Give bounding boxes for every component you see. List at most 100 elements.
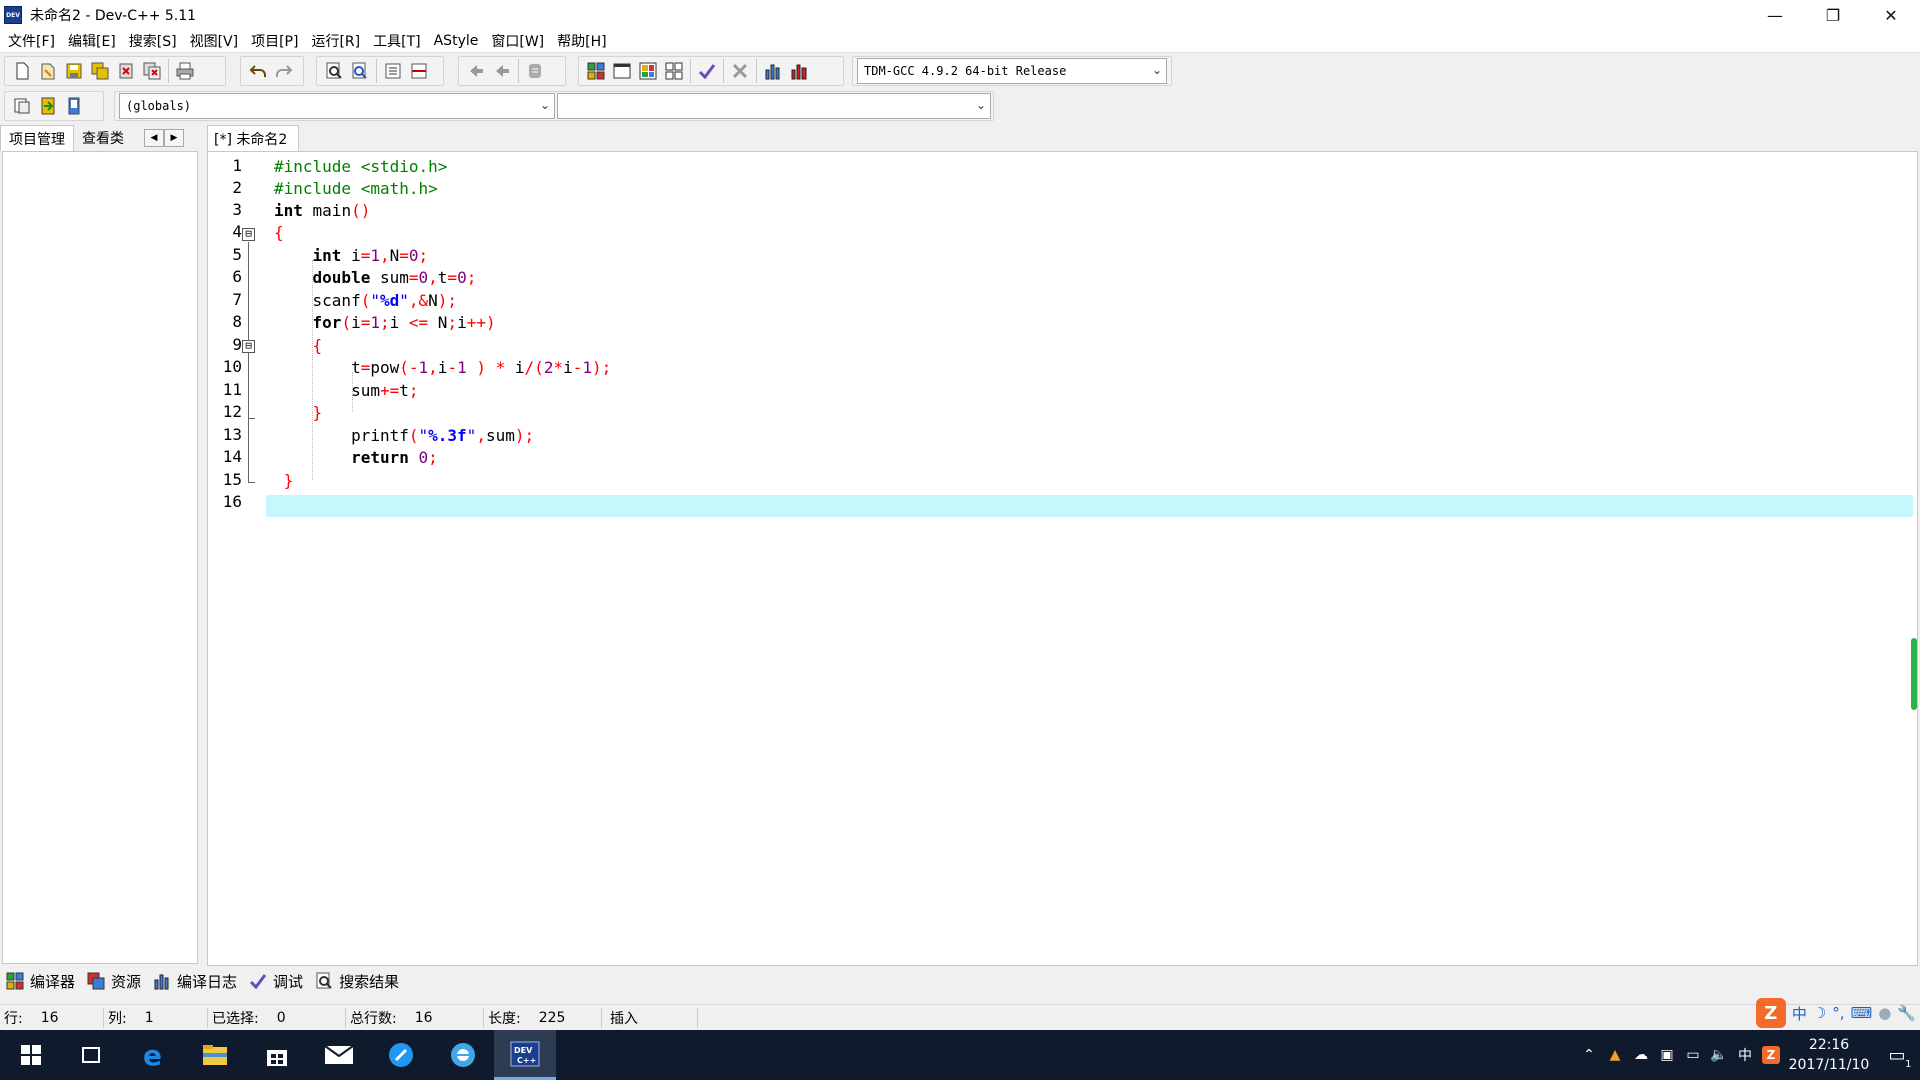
toolbar-separator xyxy=(723,59,724,83)
clock[interactable]: 22:16 2017/11/10 xyxy=(1784,1035,1874,1075)
menu-view[interactable]: 视图[V] xyxy=(186,31,248,51)
compile-run-button[interactable] xyxy=(635,58,661,84)
undo-button[interactable] xyxy=(245,58,271,84)
ime-logo-icon[interactable]: Z xyxy=(1755,998,1786,1028)
print-button[interactable] xyxy=(172,58,198,84)
save-button[interactable] xyxy=(61,58,87,84)
search-toolbar-group xyxy=(316,56,444,86)
project-options-button[interactable] xyxy=(61,93,87,119)
close-file-button[interactable] xyxy=(113,58,139,84)
new-project-button[interactable] xyxy=(9,93,35,119)
tray-cloud-button[interactable]: ☁ xyxy=(1628,1047,1654,1063)
menu-project[interactable]: 项目[P] xyxy=(247,31,307,51)
open-button[interactable] xyxy=(35,58,61,84)
tab-scroll-left-button[interactable]: ◀ xyxy=(144,129,164,147)
close-button[interactable]: ✕ xyxy=(1862,0,1920,30)
prev-bookmark-button[interactable] xyxy=(463,58,489,84)
chevron-down-icon: ⌄ xyxy=(539,98,550,112)
rebuild-button[interactable] xyxy=(661,58,687,84)
project-toolbar-group xyxy=(4,91,104,121)
fold-toggle[interactable]: ⊟ xyxy=(242,340,255,353)
stop-button[interactable] xyxy=(727,58,753,84)
devcpp-app-icon: DEV xyxy=(4,6,22,24)
tray-volume-button[interactable]: 🔈 xyxy=(1706,1047,1732,1063)
fold-toggle[interactable]: ⊟ xyxy=(242,228,255,241)
minimize-button[interactable]: — xyxy=(1746,0,1804,30)
member-select[interactable]: ⌄ xyxy=(557,93,991,119)
taskbar-browser[interactable] xyxy=(432,1030,494,1080)
moon-icon[interactable]: ☽ xyxy=(1813,1004,1826,1022)
ime-language-toggle[interactable]: 中 xyxy=(1792,1003,1807,1024)
debug-button[interactable] xyxy=(786,58,812,84)
menu-file[interactable]: 文件[F] xyxy=(4,31,64,51)
profile-button[interactable] xyxy=(760,58,786,84)
keyboard-icon[interactable]: ⌨ xyxy=(1851,1004,1873,1022)
syntax-check-button[interactable] xyxy=(694,58,720,84)
close-file-icon xyxy=(119,63,133,79)
scroll-position-indicator[interactable] xyxy=(1911,638,1917,710)
menu-window[interactable]: 窗口[W] xyxy=(487,31,553,51)
debug-icon xyxy=(791,64,807,80)
restore-button[interactable]: ❐ xyxy=(1804,0,1862,30)
user-icon[interactable]: ● xyxy=(1878,1004,1891,1022)
options-icon xyxy=(68,97,80,115)
tab-compile-log[interactable]: 编译日志 xyxy=(153,971,237,992)
code-line: { xyxy=(274,223,284,242)
project-tree[interactable] xyxy=(2,151,198,964)
punctuation-icon[interactable]: °, xyxy=(1832,1004,1844,1022)
tab-project-manager[interactable]: 项目管理 xyxy=(0,125,74,151)
task-view-button[interactable] xyxy=(60,1030,122,1080)
add-to-project-button[interactable] xyxy=(35,93,61,119)
cloud-icon: ☁ xyxy=(1634,1047,1648,1063)
tab-scroll-right-button[interactable]: ▶ xyxy=(164,129,184,147)
save-all-button[interactable] xyxy=(87,58,113,84)
code-editor[interactable]: 1 2 3 4 5 6 7 8 9 10 11 12 13 14 15 16 ⊟… xyxy=(207,151,1918,966)
compiler-select[interactable]: TDM-GCC 4.9.2 64-bit Release ⌄ xyxy=(857,58,1167,84)
taskbar-app[interactable] xyxy=(370,1030,432,1080)
run-button[interactable] xyxy=(609,58,635,84)
checkmark-icon xyxy=(698,64,716,80)
replace-button[interactable] xyxy=(347,58,373,84)
tray-app-button[interactable]: ▲ xyxy=(1602,1047,1628,1063)
scope-select[interactable]: (globals) ⌄ xyxy=(119,93,555,119)
tab-debug[interactable]: 调试 xyxy=(249,971,303,992)
compile-button[interactable] xyxy=(583,58,609,84)
unindent-button[interactable] xyxy=(406,58,432,84)
tab-class-view[interactable]: 查看类 xyxy=(74,125,132,151)
tab-search-results[interactable]: 搜索结果 xyxy=(315,971,399,992)
redo-button[interactable] xyxy=(271,58,297,84)
menu-edit[interactable]: 编辑[E] xyxy=(64,31,125,51)
tab-compiler[interactable]: 编译器 xyxy=(6,971,75,992)
taskbar-store[interactable] xyxy=(246,1030,308,1080)
wrench-icon[interactable]: 🔧 xyxy=(1897,1004,1916,1022)
tray-ime-button[interactable]: Z xyxy=(1758,1046,1784,1064)
find-button[interactable] xyxy=(321,58,347,84)
close-all-button[interactable] xyxy=(139,58,165,84)
indent-button[interactable] xyxy=(380,58,406,84)
new-file-button[interactable] xyxy=(9,58,35,84)
tray-expand-button[interactable]: ⌃ xyxy=(1576,1047,1602,1063)
tab-resources[interactable]: 资源 xyxy=(87,971,141,992)
menu-astyle[interactable]: AStyle xyxy=(430,33,488,49)
line-number: 1 xyxy=(232,156,242,175)
tab-untitled2[interactable]: [*] 未命名2 xyxy=(207,125,299,151)
taskbar-edge[interactable]: e xyxy=(122,1030,184,1080)
action-center-button[interactable]: ▭ 1 xyxy=(1874,1045,1920,1070)
menu-tools[interactable]: 工具[T] xyxy=(369,31,429,51)
tray-battery-button[interactable]: ▭ xyxy=(1680,1047,1706,1063)
taskbar-file-explorer[interactable] xyxy=(184,1030,246,1080)
tray-ime-language[interactable]: 中 xyxy=(1732,1045,1758,1065)
start-button[interactable] xyxy=(0,1030,62,1080)
line-number: 7 xyxy=(232,290,242,309)
file-explorer-icon xyxy=(203,1045,227,1065)
code-area[interactable]: #include <stdio.h> #include <math.h> int… xyxy=(266,152,1917,965)
next-bookmark-button[interactable] xyxy=(489,58,515,84)
add-file-icon xyxy=(41,97,55,115)
taskbar-devcpp[interactable]: DEV C++ xyxy=(494,1030,556,1080)
taskbar-mail[interactable] xyxy=(308,1030,370,1080)
menu-help[interactable]: 帮助[H] xyxy=(553,31,615,51)
goto-line-button[interactable] xyxy=(522,58,548,84)
tray-network-button[interactable]: ▣ xyxy=(1654,1047,1680,1063)
menu-run[interactable]: 运行[R] xyxy=(307,31,369,51)
menu-search[interactable]: 搜索[S] xyxy=(125,31,186,51)
